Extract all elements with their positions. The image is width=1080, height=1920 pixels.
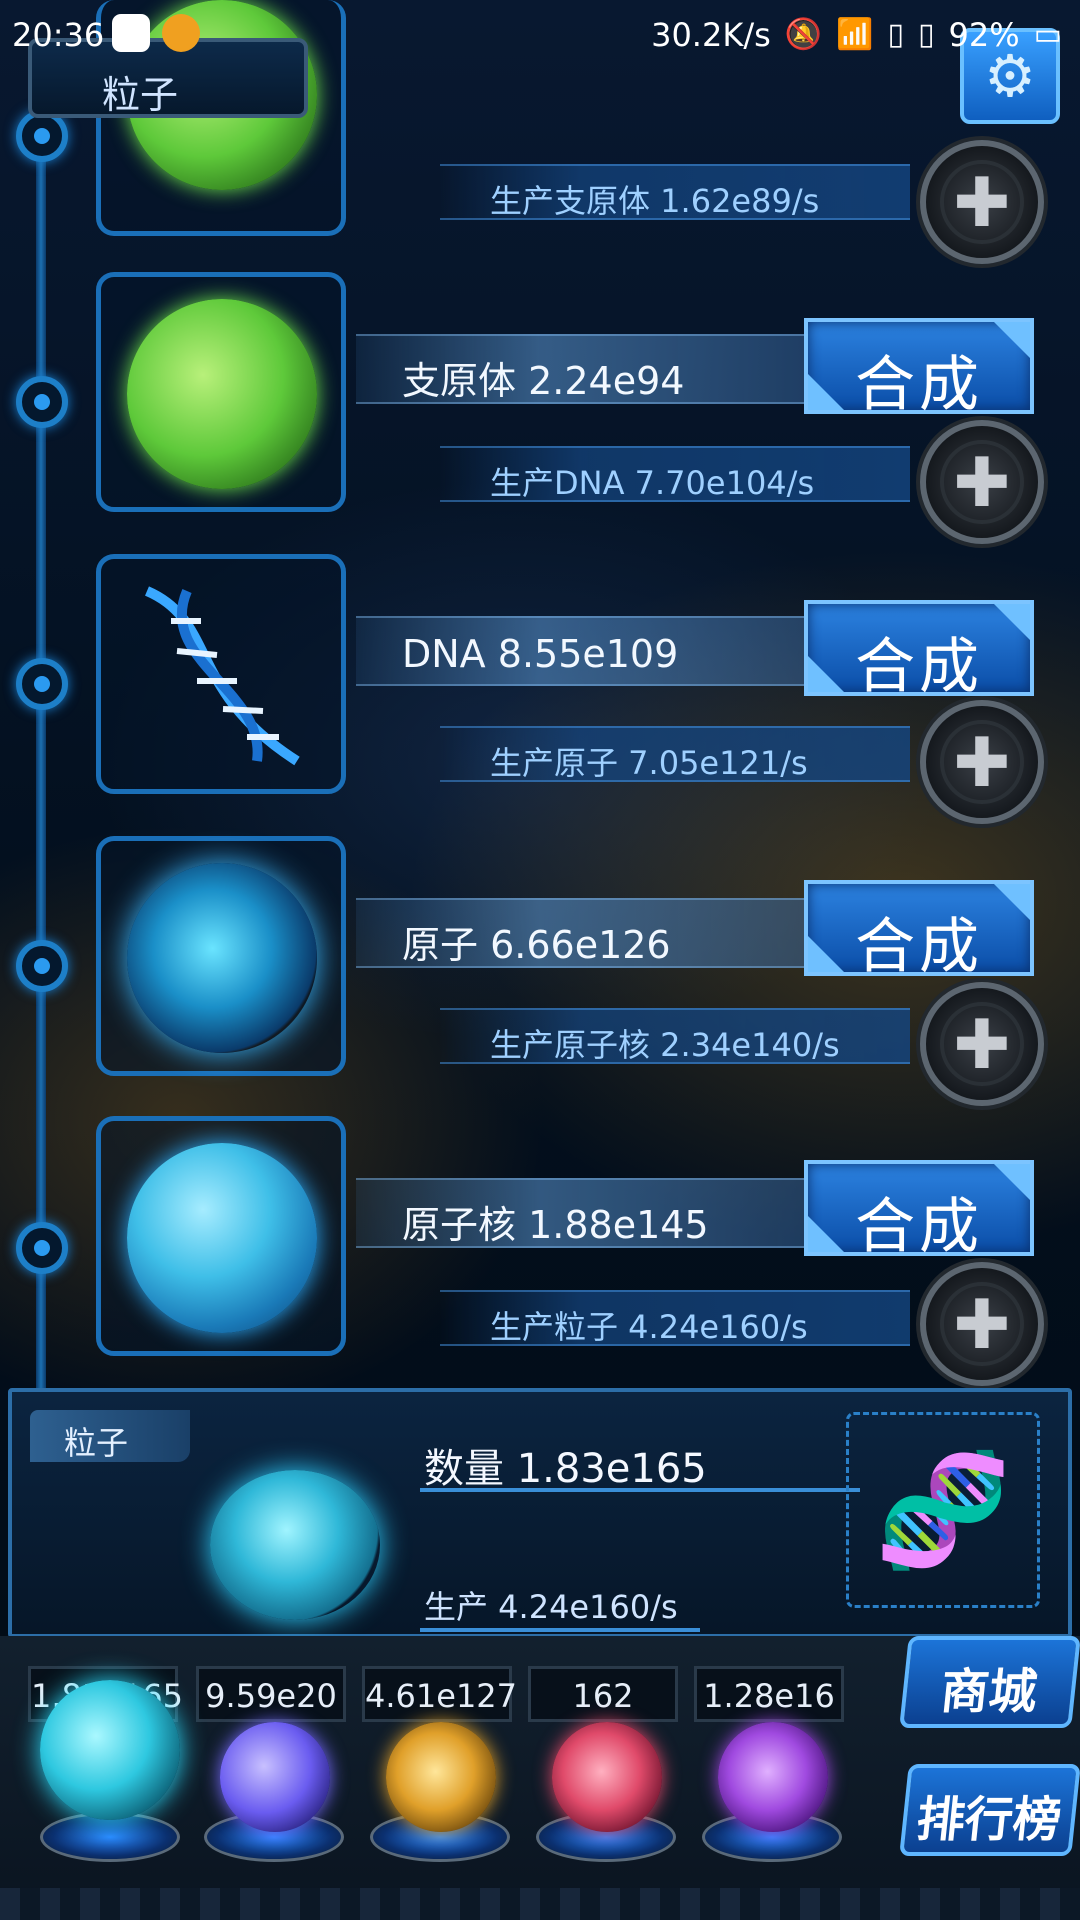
resource-value: 162 [528, 1666, 678, 1722]
shop-button[interactable]: 商城 [899, 1636, 1080, 1728]
resource-value: 4.61e127 [362, 1666, 517, 1722]
item-name-bar: 支原体 2.24e94 [356, 334, 816, 404]
status-bar: 20:36 30.2K/s 🔕 📶 ▯ ▯ 92% ▭ [0, 0, 1080, 78]
particle-sphere-icon[interactable] [40, 1680, 180, 1820]
item-name-bar: 原子 6.66e126 [356, 898, 816, 968]
synthesize-button[interactable]: 合成 [804, 1160, 1034, 1256]
synthesize-button[interactable]: 合成 [804, 880, 1034, 976]
progress-rail [36, 110, 46, 1410]
lightning-sphere-icon[interactable] [220, 1722, 330, 1832]
galaxy-sphere-icon[interactable] [386, 1722, 496, 1832]
resource-value: 9.59e20 [196, 1666, 346, 1722]
particle-quantity: 数量 1.83e165 [424, 1446, 707, 1492]
divider [420, 1628, 700, 1632]
ranking-button[interactable]: 排行榜 [899, 1764, 1080, 1856]
qq-icon [112, 14, 150, 52]
rail-node [16, 1222, 68, 1274]
production-bar: 生产粒子 4.24e160/s [440, 1290, 910, 1346]
plus-icon: ✚ [953, 164, 1011, 243]
sim-icon: ▯ [918, 17, 935, 52]
plus-icon: ✚ [953, 444, 1011, 523]
sim-icon: ▯ [887, 17, 904, 52]
app-icon [162, 14, 200, 52]
battery-percent: 92% [948, 16, 1020, 54]
rail-node [16, 376, 68, 428]
upgrade-plus-button[interactable]: ✚ [920, 140, 1044, 264]
panel-tag: 粒子 [30, 1410, 190, 1462]
upgrade-plus-button[interactable]: ✚ [920, 1262, 1044, 1386]
upgrade-plus-button[interactable]: ✚ [920, 982, 1044, 1106]
item-card [96, 1116, 346, 1356]
resource-value: 1.28e16 [694, 1666, 844, 1722]
battery-icon: ▭ [1033, 17, 1062, 52]
item-card [96, 836, 346, 1076]
item-name-bar: DNA 8.55e109 [356, 616, 816, 686]
rail-node [16, 658, 68, 710]
nucleus-icon [127, 1143, 317, 1333]
network-speed: 30.2K/s [651, 16, 771, 54]
particle-icon [210, 1470, 380, 1620]
mycoplasma-icon [127, 299, 317, 489]
item-card [96, 554, 346, 794]
item-name-bar: 原子核 1.88e145 [356, 1178, 816, 1248]
item-card [96, 272, 346, 512]
production-bar: 生产支原体 1.62e89/s [440, 164, 910, 220]
wifi-icon: 📶 [836, 17, 874, 52]
status-time: 20:36 [12, 16, 105, 54]
atom-icon [127, 863, 317, 1053]
synthesize-button[interactable]: 合成 [804, 600, 1034, 696]
production-bar: 生产DNA 7.70e104/s [440, 446, 910, 502]
plus-icon: ✚ [953, 1286, 1011, 1365]
plus-icon: ✚ [953, 724, 1011, 803]
synthesize-button[interactable]: 合成 [804, 318, 1034, 414]
brain-sphere-icon[interactable] [552, 1722, 662, 1832]
rail-node [16, 940, 68, 992]
production-bar: 生产原子 7.05e121/s [440, 726, 910, 782]
plus-icon: ✚ [953, 1006, 1011, 1085]
mute-bell-icon: 🔕 [784, 17, 823, 52]
bottom-strip [0, 1888, 1080, 1920]
dna-scan-icon: 🧬 [846, 1412, 1040, 1608]
upgrade-plus-button[interactable]: ✚ [920, 700, 1044, 824]
divider [420, 1488, 860, 1492]
production-bar: 生产原子核 2.34e140/s [440, 1008, 910, 1064]
particle-production: 生产 4.24e160/s [424, 1588, 678, 1626]
dna-icon [127, 581, 317, 771]
upgrade-plus-button[interactable]: ✚ [920, 420, 1044, 544]
vortex-sphere-icon[interactable] [718, 1722, 828, 1832]
